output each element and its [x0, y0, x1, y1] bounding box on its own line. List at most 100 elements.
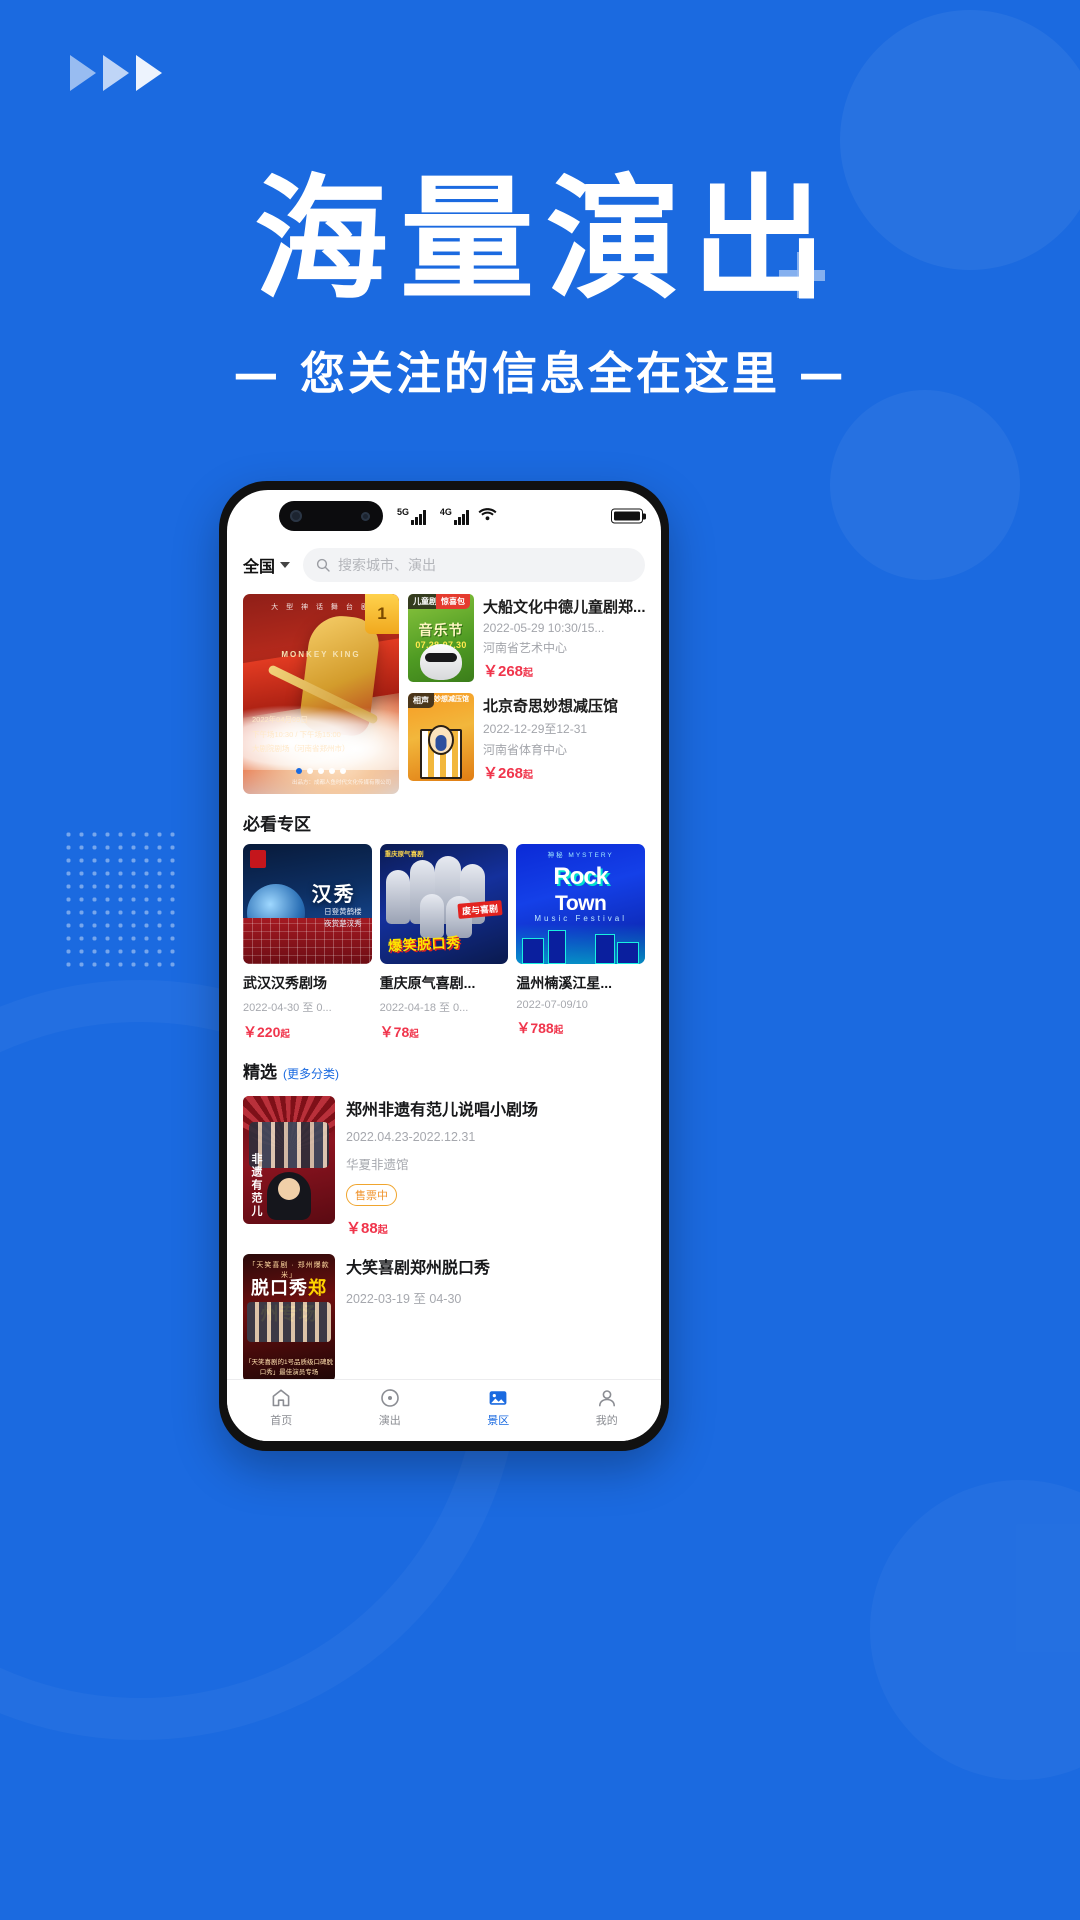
search-placeholder: 搜索城市、演出 — [338, 557, 437, 573]
tab-home[interactable]: 首页 — [227, 1387, 336, 1428]
banner-rank-badge: 1 — [365, 594, 399, 634]
event-card[interactable]: 神秘 MYSTERY Rock Town Music Festival 温州楠溪… — [516, 844, 646, 1042]
decor-circle-mid-right — [830, 390, 1020, 580]
promo-subtitle: — 您关注的信息全在这里 — — [233, 346, 847, 400]
wifi-icon — [478, 507, 497, 526]
poster-festival-label: Music Festival — [534, 914, 628, 923]
search-icon — [316, 558, 330, 572]
card-date: 2022-04-18 至 0... — [379, 1002, 469, 1014]
tab-scenic[interactable]: 景区 — [444, 1387, 553, 1428]
more-categories-link[interactable]: (更多分类) — [283, 1065, 339, 1082]
event-price: ￥268起 — [483, 660, 646, 681]
event-meta: 大船文化中德儿童剧郑... 2022-05-29 10:30/15... 河南省… — [483, 594, 646, 682]
thumb-tag: 相声 — [408, 693, 434, 708]
poster-lead — [267, 1172, 311, 1220]
section-header-must-see: 必看专区 — [227, 794, 661, 844]
event-date: 2022-03-19 至 04-30 — [346, 1292, 462, 1306]
event-card[interactable]: 重庆原气喜剧 废与喜剧 爆笑脱口秀 重庆原气喜剧... 2022-04-18 至… — [379, 844, 509, 1042]
price-suffix: 起 — [280, 1029, 290, 1040]
list-item[interactable]: 儿童剧 惊喜包 音乐节 07.28-07.30 大船文化中德儿童剧郑... 20… — [408, 594, 646, 682]
poster-title: 音乐节 — [418, 622, 464, 638]
poster-top-label: 神秘 MYSTERY — [547, 852, 614, 859]
search-input[interactable]: 搜索城市、演出 — [303, 548, 645, 582]
signal-4g-label: 4G — [439, 506, 452, 517]
hero-copy: 海量演出 — 您关注的信息全在这里 — — [0, 170, 1080, 402]
tab-mine[interactable]: 我的 — [553, 1387, 662, 1428]
event-venue: 河南省体育中心 — [483, 743, 568, 757]
must-see-cards: 汉秀 日登黄鹤楼 夜赏楚汉秀 武汉汉秀剧场 2022-04-30 至 0... … — [227, 844, 661, 1042]
thumb-tag-secondary: 妙想减压馆 — [434, 696, 469, 703]
promo-headline: 海量演出 — [253, 162, 838, 318]
section-title: 必看专区 — [243, 815, 311, 834]
poster-red-label: 废与喜剧 — [457, 900, 503, 919]
banner-times: 下午场10:30 / 下午场15:00 — [252, 729, 341, 739]
card-date: 2022-07-09/10 — [516, 999, 588, 1011]
hero-banner-card[interactable]: 大 型 神 话 舞 台 剧 MONKEY KING 2022年04月09日 下午… — [243, 594, 399, 794]
top-block: 大 型 神 话 舞 台 剧 MONKEY KING 2022年04月09日 下午… — [227, 594, 661, 794]
city-selector[interactable]: 全国 — [243, 553, 291, 577]
poster-line-1: 日登黄鹤楼 — [324, 907, 362, 916]
performance-icon — [379, 1387, 401, 1409]
signal-5g: 5G — [397, 507, 426, 525]
list-item[interactable]: 相声 妙想减压馆 北京奇思妙想减压馆 2022-12-29至12-31 河南省体… — [408, 693, 646, 783]
decor-dot-grid — [62, 828, 180, 968]
event-thumbnail: 儿童剧 惊喜包 音乐节 07.28-07.30 — [408, 594, 474, 682]
event-title: 大船文化中德儿童剧郑... — [483, 599, 646, 616]
tab-performance[interactable]: 演出 — [336, 1387, 445, 1428]
price-value: ￥88 — [346, 1220, 378, 1237]
card-poster: 神秘 MYSTERY Rock Town Music Festival — [516, 844, 646, 964]
featured-row[interactable]: 非遗有范儿 郑州非遗有范儿说唱小剧场 2022.04.23-2022.12.31… — [227, 1092, 661, 1238]
signal-bars-icon — [453, 509, 469, 525]
poster-line-2: 夜赏楚汉秀 — [324, 919, 362, 928]
poster-character-eyes — [425, 653, 457, 662]
card-poster: 汉秀 日登黄鹤楼 夜赏楚汉秀 — [243, 844, 372, 964]
carousel-dots[interactable] — [296, 768, 346, 774]
status-badge: 售票中 — [346, 1184, 397, 1206]
card-price: ￥788起 — [516, 1018, 645, 1038]
chevron-down-icon — [280, 562, 291, 568]
bottom-tab-bar: 首页 演出 景区 我的 — [227, 1379, 661, 1441]
status-bar: 5G 4G — [227, 490, 661, 542]
battery-icon — [611, 508, 646, 524]
section-title: 精选 — [243, 1063, 277, 1082]
poster-top-label: 重庆原气喜剧 — [384, 851, 424, 858]
event-meta: 北京奇思妙想减压馆 2022-12-29至12-31 河南省体育中心 ￥268起 — [483, 693, 646, 783]
banner-en-title: MONKEY KING — [281, 650, 361, 659]
home-icon — [270, 1387, 292, 1409]
camera-cutout-icon — [279, 501, 383, 531]
card-price: ￥78起 — [380, 1022, 509, 1042]
event-title: 大笑喜剧郑州脱口秀 — [346, 1260, 491, 1277]
top-list: 儿童剧 惊喜包 音乐节 07.28-07.30 大船文化中德儿童剧郑... 20… — [408, 594, 646, 794]
tab-label: 首页 — [270, 1415, 293, 1427]
poster-character — [420, 644, 462, 680]
featured-row[interactable]: 「天笑喜剧 · 郑州爆款米」 脱口秀郑州专场 「天笑喜剧的1号品质级口碑脱口秀」… — [227, 1250, 661, 1379]
event-thumbnail: 非遗有范儿 — [243, 1096, 335, 1224]
thumb-tag-secondary: 惊喜包 — [436, 594, 470, 609]
event-card[interactable]: 汉秀 日登黄鹤楼 夜赏楚汉秀 武汉汉秀剧场 2022-04-30 至 0... … — [243, 844, 372, 1042]
event-meta: 郑州非遗有范儿说唱小剧场 2022.04.23-2022.12.31 华夏非遗馆… — [346, 1096, 645, 1238]
tab-label: 我的 — [595, 1415, 618, 1427]
event-price: ￥88起 — [346, 1217, 645, 1238]
event-date: 2022-12-29至12-31 — [483, 722, 588, 736]
signal-bars-icon — [411, 509, 426, 525]
price-value: ￥268 — [483, 663, 524, 680]
section-header-featured: 精选 (更多分类) — [227, 1042, 661, 1092]
poster-stamp — [250, 850, 266, 868]
event-thumbnail: 「天笑喜剧 · 郑州爆款米」 脱口秀郑州专场 「天笑喜剧的1号品质级口碑脱口秀」… — [243, 1254, 335, 1379]
scenic-icon — [487, 1387, 509, 1409]
price-suffix: 起 — [409, 1029, 419, 1040]
card-title: 重庆原气喜剧... — [379, 975, 476, 991]
poster-title: 汉秀 — [311, 884, 356, 906]
event-venue: 河南省艺术中心 — [483, 641, 568, 655]
card-date: 2022-04-30 至 0... — [243, 1002, 332, 1014]
poster-cast — [247, 1302, 331, 1342]
price-value: ￥220 — [243, 1024, 281, 1040]
poster-title-part-1: 脱口秀 — [251, 1278, 308, 1298]
price-suffix: 起 — [523, 770, 534, 781]
card-price: ￥220起 — [243, 1022, 372, 1042]
event-date: 2022.04.23-2022.12.31 — [346, 1130, 476, 1144]
event-thumbnail: 相声 妙想减压馆 — [408, 693, 474, 781]
event-date: 2022-05-29 10:30/15... — [483, 621, 605, 635]
poster-lines: 日登黄鹤楼 夜赏楚汉秀 — [324, 906, 362, 930]
poster-title: Rock — [553, 863, 609, 890]
